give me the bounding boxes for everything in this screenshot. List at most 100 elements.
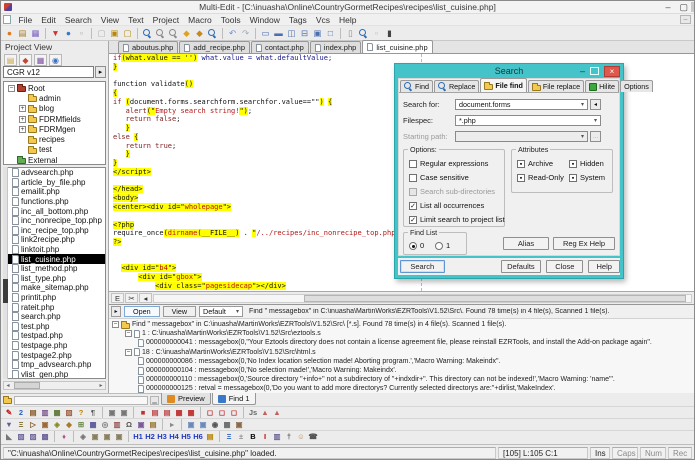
bottom-tool-icon[interactable]: ▣ — [101, 431, 113, 442]
tab-contact-php[interactable]: contact.php — [251, 41, 309, 53]
tree-node-recipes[interactable]: recipes — [4, 134, 105, 144]
bottom-tool-icon[interactable]: ▣ — [185, 419, 197, 430]
bottom-tool-icon[interactable]: ▣ — [39, 419, 51, 430]
bottom-tool-icon[interactable]: ▩ — [39, 431, 51, 442]
bottom-tool-icon[interactable]: ▣ — [113, 431, 125, 442]
paste-icon[interactable]: ▢ — [121, 27, 134, 40]
bottom-tool-icon[interactable]: ▸ — [166, 419, 178, 430]
regex-help-button[interactable]: Reg Ex Help — [553, 237, 615, 250]
bottom-tool-icon[interactable]: ▦ — [221, 419, 233, 430]
bottom-tool-icon[interactable]: ▧ — [15, 431, 27, 442]
bottom-tool-icon[interactable]: Ξ — [15, 419, 27, 430]
copy-icon[interactable]: ▣ — [108, 27, 121, 40]
file-item-testpad-php[interactable]: testpad.php — [4, 331, 105, 341]
option-limit-search-to-project-list[interactable]: ✓ Limit search to project list — [409, 215, 505, 224]
tree-node-external[interactable]: External — [4, 155, 105, 164]
file-item-search-php[interactable]: search.php — [4, 312, 105, 322]
tree-node-admin[interactable]: admin — [4, 93, 105, 103]
dialog-tab-file-replace[interactable]: File replace — [527, 80, 585, 92]
checkbox[interactable] — [409, 173, 417, 182]
bottom-tool-icon[interactable]: † — [283, 431, 295, 442]
file-item-inc_all_bottom-php[interactable]: inc_all_bottom.php — [4, 206, 105, 216]
undo-icon[interactable]: ↶ — [226, 27, 239, 40]
bottom-tool-icon[interactable]: ▤ — [204, 431, 216, 442]
bottom-tool-icon[interactable]: ▧ — [63, 407, 75, 418]
bottom-tool-icon[interactable]: ▦ — [51, 407, 63, 418]
chevron-down-icon[interactable]: ▾ — [581, 101, 584, 108]
tree-node-blog[interactable]: + blog — [4, 104, 105, 114]
menu-file[interactable]: File — [14, 15, 37, 25]
result-set-combo[interactable]: Default ▾ — [199, 306, 244, 317]
scrollbar-thumb[interactable] — [14, 382, 40, 389]
tree-expander[interactable]: + — [19, 115, 26, 123]
bottom-tool-icon[interactable]: H3 — [156, 431, 168, 442]
tree-expander[interactable]: + — [19, 105, 26, 113]
bottom-tool-icon[interactable]: ¶ — [87, 407, 99, 418]
tree-expander[interactable]: + — [19, 125, 26, 133]
bottom-tool-icon[interactable]: H4 — [168, 431, 180, 442]
option-case-sensitive[interactable]: Case sensitive — [409, 173, 469, 182]
scroll-left-arrow[interactable]: ◂ — [4, 382, 12, 389]
bottom-tool-icon[interactable]: ◈ — [77, 431, 89, 442]
project-open-icon[interactable]: ▤ — [4, 54, 17, 66]
filespec-input[interactable]: *.php ▾ — [455, 115, 601, 126]
alias-button[interactable]: Alias — [503, 237, 549, 250]
defaults-button[interactable]: Defaults — [500, 260, 542, 273]
checkbox[interactable]: ✓ — [409, 201, 417, 210]
tree-node-fdrmfields[interactable]: + FDRMfields — [4, 114, 105, 124]
file-item-tmp_advsearch-php[interactable]: tmp_advsearch.php — [4, 360, 105, 370]
bottom-tool-icon[interactable]: ▲ — [271, 407, 283, 418]
bottom-tool-icon[interactable]: ▤ — [27, 407, 39, 418]
tree-expander[interactable]: − — [112, 321, 119, 329]
bottom-tool-icon[interactable]: I — [259, 431, 271, 442]
project-sound-icon[interactable]: ◉ — [49, 54, 62, 66]
bottom-tool-icon[interactable]: H1 — [132, 431, 144, 442]
search-dialog-titlebar[interactable]: Search – × — [395, 64, 623, 78]
code-line[interactable]: <div class="pagesidecap"></div> — [109, 281, 694, 291]
find-icon[interactable] — [141, 27, 154, 40]
panel-minimize-button[interactable]: ▁ — [150, 395, 159, 405]
dialog-tab-replace[interactable]: Replace — [433, 80, 480, 92]
bottom-tool-icon[interactable]: ▦ — [173, 407, 185, 418]
find-result-row[interactable]: 000000000110 : messagebox(0,'Source dire… — [109, 375, 694, 384]
maximize-button[interactable]: ▢ — [679, 2, 688, 13]
tree-node-fdrmgen[interactable]: + FDRMgen — [4, 124, 105, 134]
search-button[interactable]: Search — [400, 260, 445, 273]
menu-window[interactable]: Window — [245, 15, 284, 25]
search-for-input[interactable]: document.forms ▾ — [455, 99, 588, 110]
project-grid-icon[interactable]: ▦ — [34, 54, 47, 66]
bottom-tool-icon[interactable]: ? — [75, 407, 87, 418]
tab-aboutus-php[interactable]: aboutus.php — [118, 41, 179, 53]
tree-expander[interactable]: − — [125, 348, 132, 356]
bottom-tool-icon[interactable]: ▤ — [161, 407, 173, 418]
menu-vcs[interactable]: Vcs — [311, 15, 334, 25]
open-button[interactable]: Open — [124, 306, 160, 317]
checkbox[interactable] — [409, 159, 417, 168]
tag-icon[interactable]: ▫ — [75, 27, 88, 40]
bottom-tool-icon[interactable]: ◆ — [63, 419, 75, 430]
file-item-test-php[interactable]: test.php — [4, 321, 105, 332]
tree-expander[interactable]: − — [8, 84, 15, 92]
bottom-tool-icon[interactable]: ♦ — [58, 431, 70, 442]
bottom-tool-icon[interactable]: ▣ — [106, 407, 118, 418]
menu-view[interactable]: View — [96, 15, 123, 25]
panel-menu-button[interactable]: ▸ — [111, 306, 121, 317]
file-item-link2recipe-php[interactable]: link2recipe.php — [4, 235, 105, 245]
menu-text[interactable]: Text — [124, 15, 149, 25]
bottom-tool-icon[interactable]: ▷ — [27, 419, 39, 430]
bottom-tool-icon[interactable]: Js — [247, 407, 259, 418]
insert-mode-indicator[interactable]: Ins — [590, 447, 610, 459]
bottom-tool-icon[interactable]: ◎ — [99, 419, 111, 430]
bottom-tool-icon[interactable]: B — [247, 431, 259, 442]
tab-index-php[interactable]: index.php — [309, 41, 362, 53]
chevron-down-icon[interactable]: ▾ — [236, 308, 239, 315]
file-item-inc_nonrecipe_top-php[interactable]: inc_nonrecipe_top.php — [4, 216, 105, 226]
output-tab-preview[interactable]: Preview — [161, 393, 211, 405]
search-files-icon[interactable]: ◆ — [180, 27, 193, 40]
cut-icon[interactable]: ▢ — [95, 27, 108, 40]
output-tab-find-1[interactable]: Find 1 — [211, 393, 256, 405]
bottom-tool-icon[interactable]: ▣ — [233, 419, 245, 430]
file-item-linktoit-php[interactable]: linktoit.php — [4, 245, 105, 255]
file-item-emailit-php[interactable]: emailit.php — [4, 187, 105, 197]
find-result-row[interactable]: 000000000086 : messagebox(0,'No Index lo… — [109, 357, 694, 366]
